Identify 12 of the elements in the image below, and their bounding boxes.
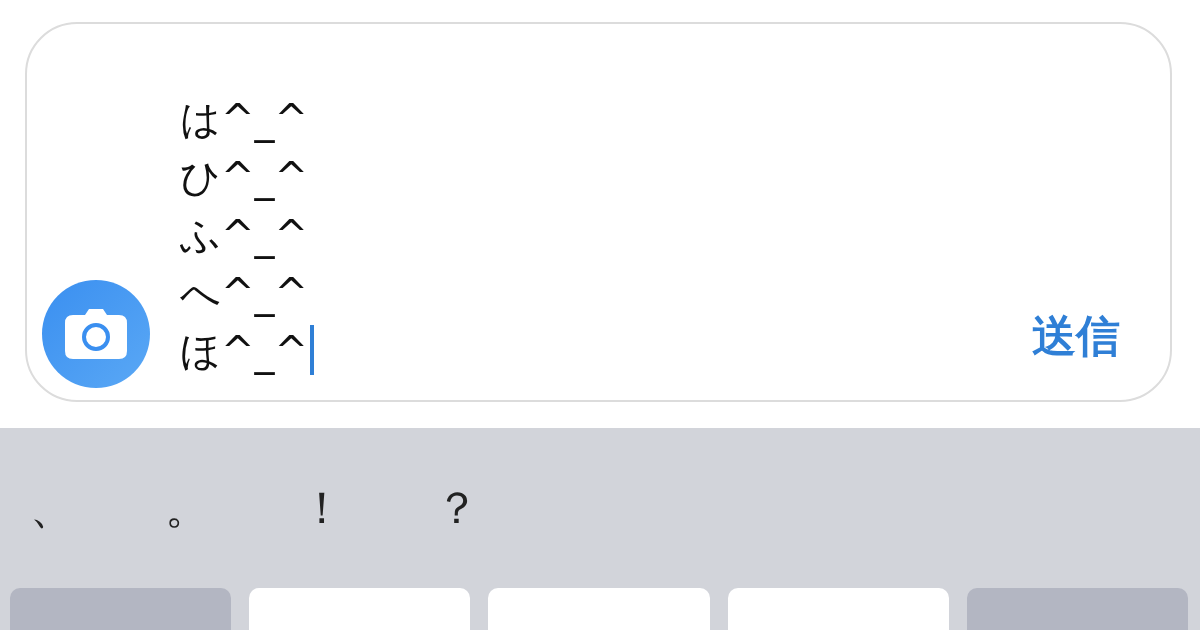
keyboard-key[interactable]	[727, 588, 949, 630]
camera-icon	[65, 309, 127, 359]
punctuation-candidate[interactable]: 。	[165, 478, 300, 538]
keyboard-key[interactable]	[488, 588, 710, 630]
message-field[interactable]: は^_^ ひ^_^ ふ^_^ へ^_^ ほ^_^	[180, 90, 1032, 386]
keyboard-key[interactable]	[10, 588, 232, 630]
punctuation-candidate[interactable]: ！	[300, 478, 435, 538]
keyboard-key[interactable]	[966, 588, 1188, 630]
keyboard-key[interactable]	[249, 588, 471, 630]
punctuation-candidate[interactable]: 、	[30, 478, 165, 538]
send-button[interactable]: 送信	[1032, 307, 1120, 366]
punctuation-candidate[interactable]: ？	[435, 478, 570, 538]
